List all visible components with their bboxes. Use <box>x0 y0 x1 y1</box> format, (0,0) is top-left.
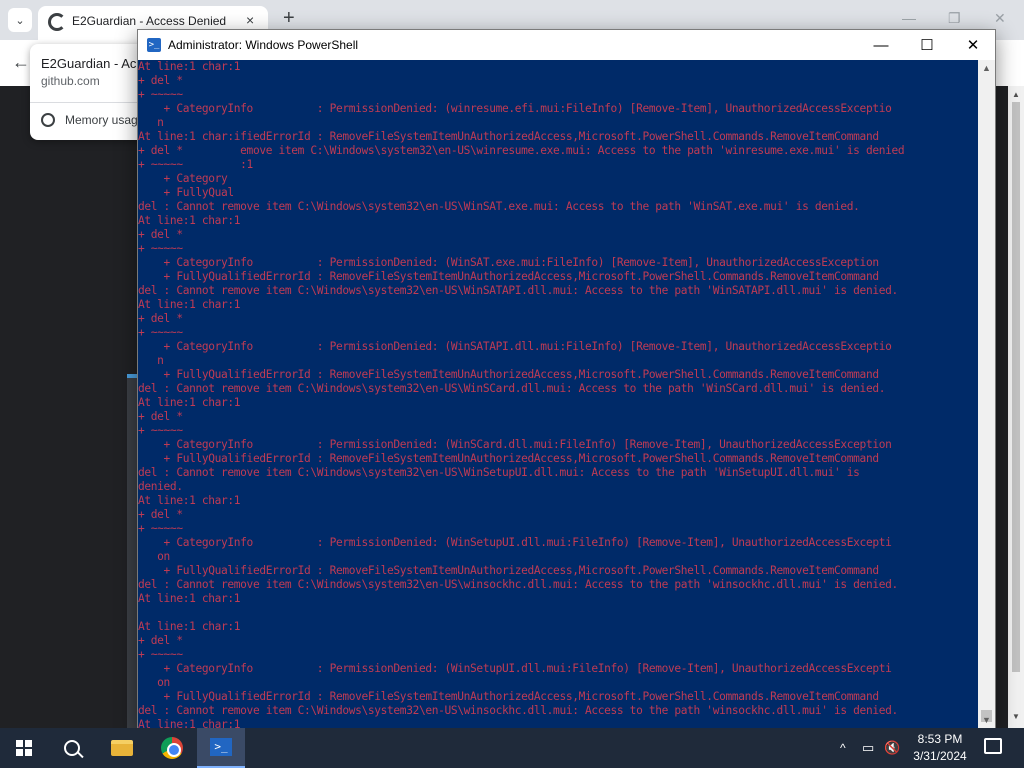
tab-search-button[interactable]: ⌄ <box>8 8 32 32</box>
console-line: denied. <box>138 480 183 493</box>
console-line: + del * <box>138 228 183 241</box>
powershell-title: Administrator: Windows PowerShell <box>168 38 359 52</box>
hovercard-title: E2Guardian - Ac <box>41 56 137 71</box>
file-explorer-icon <box>111 740 133 756</box>
console-line: At line:1 char:1 <box>138 718 241 728</box>
console-line: + FullyQualifiedErrorId : RemoveFileSyst… <box>138 452 880 465</box>
console-line: At line:1 char:1 <box>138 620 241 633</box>
console-line: + del * <box>138 410 183 423</box>
console-line: + del * <box>138 312 183 325</box>
console-line: + CategoryInfo : PermissionDenied: (WinS… <box>138 536 892 549</box>
console-line: on <box>138 550 170 563</box>
taskbar-chrome[interactable] <box>148 728 196 768</box>
tab-close-icon[interactable]: × <box>246 12 254 28</box>
taskbar-file-explorer[interactable] <box>98 728 146 768</box>
console-line: + ~~~~~ <box>138 88 183 101</box>
browser-minimize-button[interactable]: — <box>902 10 916 26</box>
console-line: n <box>138 116 164 129</box>
tab-title: E2Guardian - Access Denied <box>72 14 227 28</box>
taskbar-search-button[interactable] <box>48 728 96 768</box>
console-line: + del * <box>138 508 183 521</box>
clock-date: 3/31/2024 <box>913 749 967 763</box>
hovercard-url: github.com <box>41 74 100 88</box>
console-line: del : Cannot remove item C:\Windows\syst… <box>138 382 886 395</box>
console-line: At line:1 char:1 <box>138 298 241 311</box>
console-scroll-down-icon[interactable]: ▼ <box>982 715 991 725</box>
console-line: At line:1 char:ifiedErrorId : RemoveFile… <box>138 130 879 143</box>
page-side-panel <box>127 374 137 728</box>
console-output: At line:1 char:1 + del * + ~~~~~ + Categor… <box>138 60 904 728</box>
clock-time: 8:53 PM <box>917 732 963 746</box>
console-line: At line:1 char:1 <box>138 214 241 227</box>
powershell-window: >_ Administrator: Windows PowerShell — ☐… <box>137 29 996 729</box>
console-line: + FullyQualifiedErrorId : RemoveFileSyst… <box>138 270 880 283</box>
console-line: At line:1 char:1 <box>138 60 241 73</box>
taskbar-powershell[interactable]: >_ <box>197 728 245 768</box>
console-line: At line:1 char:1 <box>138 494 241 507</box>
console-line: n <box>138 354 164 367</box>
new-tab-button[interactable]: + <box>283 8 295 28</box>
console-line: + ~~~~~ <box>138 242 183 255</box>
network-icon[interactable]: ▭ <box>862 728 874 768</box>
console-line: del : Cannot remove item C:\Windows\syst… <box>138 704 898 717</box>
console-line: + ~~~~~ <box>138 424 183 437</box>
console-line: + FullyQual <box>138 186 235 199</box>
console-line: + del * emove item C:\Windows\system32\e… <box>138 144 905 157</box>
console-line: + ~~~~~ <box>138 326 183 339</box>
memory-icon <box>41 113 55 127</box>
console-line: del : Cannot remove item C:\Windows\syst… <box>138 578 898 591</box>
scroll-down-arrow-icon[interactable]: ▼ <box>1012 712 1020 721</box>
scrollbar-thumb[interactable] <box>1012 102 1020 672</box>
console-line: + del * <box>138 74 183 87</box>
console-line: + CategoryInfo : PermissionDenied: (winr… <box>138 102 892 115</box>
taskbar: >_ ^ ▭ 🔇 8:53 PM 3/31/2024 <box>0 728 1024 768</box>
back-button[interactable]: ← <box>12 52 30 73</box>
powershell-icon: >_ <box>147 38 161 52</box>
powershell-close-button[interactable]: ✕ <box>950 30 995 60</box>
volume-muted-icon[interactable]: 🔇 <box>884 728 900 768</box>
browser-close-button[interactable]: ✕ <box>994 10 1006 27</box>
console-line: + ~~~~~ <box>138 648 183 661</box>
start-button[interactable] <box>0 728 48 768</box>
powershell-maximize-button[interactable]: ☐ <box>904 30 950 60</box>
hovercard-memory: Memory usag <box>65 113 138 127</box>
console-line: + FullyQualifiedErrorId : RemoveFileSyst… <box>138 690 880 703</box>
browser-restore-button[interactable]: ❐ <box>948 10 961 27</box>
notification-center-icon[interactable] <box>984 738 1002 754</box>
clock[interactable]: 8:53 PM 3/31/2024 <box>905 731 975 765</box>
console-line: + Category <box>138 172 228 185</box>
windows-start-icon <box>16 740 32 756</box>
powershell-console[interactable]: At line:1 char:1 + del * + ~~~~~ + Categor… <box>138 60 978 728</box>
console-line: At line:1 char:1 <box>138 396 241 409</box>
console-line: + FullyQualifiedErrorId : RemoveFileSyst… <box>138 368 880 381</box>
console-line: + CategoryInfo : PermissionDenied: (WinS… <box>138 340 892 353</box>
powershell-icon: >_ <box>210 738 232 756</box>
console-line: + FullyQualifiedErrorId : RemoveFileSyst… <box>138 564 880 577</box>
console-line: + CategoryInfo : PermissionDenied: (WinS… <box>138 662 892 675</box>
console-scroll-up-icon[interactable]: ▲ <box>982 63 991 73</box>
console-line: on <box>138 676 170 689</box>
console-line: At line:1 char:1 <box>138 592 241 605</box>
search-icon <box>64 740 80 756</box>
page-scrollbar[interactable]: ▲ ▼ <box>1008 86 1024 728</box>
powershell-minimize-button[interactable]: — <box>858 30 904 60</box>
console-line: + ~~~~~ <box>138 522 183 535</box>
tray-overflow-chevron-icon[interactable]: ^ <box>840 728 846 768</box>
console-line: del : Cannot remove item C:\Windows\syst… <box>138 200 860 213</box>
console-scrollbar[interactable]: ▲ ▼ <box>978 60 995 728</box>
console-line: + CategoryInfo : PermissionDenied: (WinS… <box>138 438 892 451</box>
powershell-titlebar[interactable]: >_ Administrator: Windows PowerShell — ☐… <box>138 30 995 60</box>
scroll-up-arrow-icon[interactable]: ▲ <box>1012 90 1020 99</box>
console-line: del : Cannot remove item C:\Windows\syst… <box>138 284 898 297</box>
console-line: + ~~~~~ :1 <box>138 158 253 171</box>
chrome-icon <box>161 737 183 759</box>
console-line: del : Cannot remove item C:\Windows\syst… <box>138 466 860 479</box>
console-line: + CategoryInfo : PermissionDenied: (WinS… <box>138 256 880 269</box>
loading-icon <box>48 13 66 31</box>
console-line: + del * <box>138 634 183 647</box>
